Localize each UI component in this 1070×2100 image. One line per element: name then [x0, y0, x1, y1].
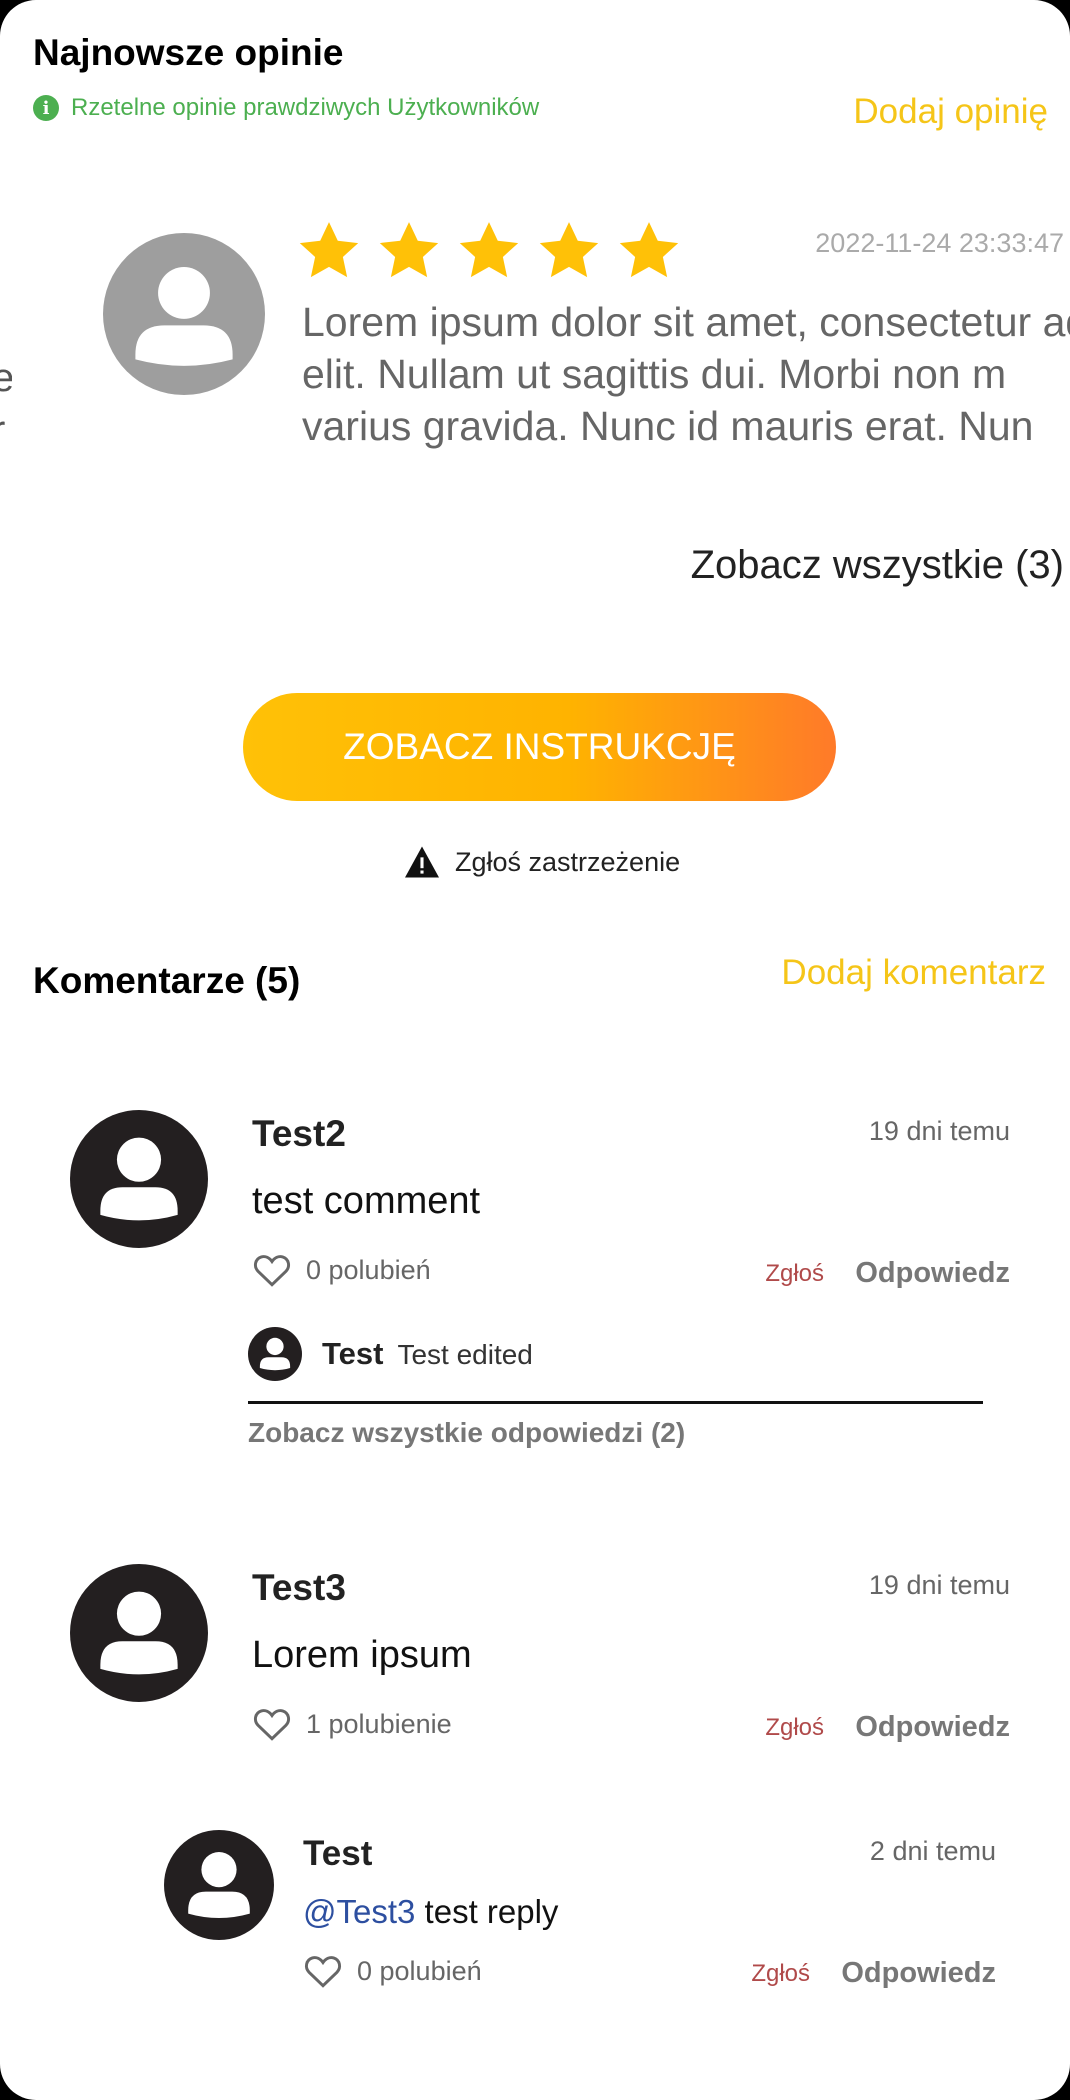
- reviews-title: Najnowsze opinie: [33, 32, 344, 73]
- star-icon: [299, 222, 359, 278]
- star-icon: [459, 222, 519, 278]
- heart-icon: [253, 1255, 291, 1287]
- review-carousel[interactable]: ier 2022-11-24 23:33:47 Lorem ipsum dolo…: [0, 200, 1070, 485]
- star-icon: [619, 222, 679, 278]
- report-claim-text: Zgłoś zastrzeżenie: [455, 846, 681, 877]
- report-comment-link[interactable]: Zgłoś: [765, 1260, 824, 1288]
- reply-avatar[interactable]: [164, 1830, 274, 1940]
- comment-avatar[interactable]: [70, 1564, 208, 1702]
- reply-preview[interactable]: Test Test edited: [322, 1336, 533, 1372]
- comment-text: test comment: [252, 1180, 481, 1222]
- reply-button[interactable]: Odpowiedz: [841, 1957, 996, 1990]
- comments-title: Komentarze (5): [33, 960, 301, 1001]
- star-icon: [539, 222, 599, 278]
- report-comment-link[interactable]: Zgłoś: [765, 1714, 824, 1742]
- info-icon: i: [33, 95, 59, 121]
- replies-divider: [248, 1401, 983, 1404]
- reply-text: @Test3 test reply: [303, 1893, 558, 1931]
- user-icon: [259, 1337, 291, 1371]
- verified-note: i Rzetelne opinie prawdziwych Użytkownik…: [33, 94, 539, 122]
- reply-author[interactable]: Test: [303, 1834, 372, 1874]
- rating-stars: [295, 217, 683, 285]
- review-date: 2022-11-24 23:33:47: [815, 228, 1064, 258]
- review-text: Lorem ipsum dolor sit amet, consectetur …: [302, 299, 1070, 449]
- see-all-replies-link[interactable]: Zobacz wszystkie odpowiedzi (2): [248, 1417, 685, 1449]
- user-icon: [100, 1137, 178, 1221]
- comment-text: Lorem ipsum: [252, 1634, 472, 1676]
- user-icon: [135, 267, 233, 366]
- add-comment-link[interactable]: Dodaj komentarz: [781, 953, 1046, 993]
- reply-preview-text: Test edited: [397, 1339, 533, 1370]
- comment-author[interactable]: Test3: [252, 1567, 346, 1609]
- comment-author[interactable]: Test2: [252, 1113, 346, 1155]
- product-page: Najnowsze opinie i Rzetelne opinie prawd…: [0, 0, 1070, 2100]
- previous-review-peek: ier: [0, 304, 12, 452]
- likes-count: 1 polubienie: [306, 1708, 452, 1739]
- star-icon: [379, 222, 439, 278]
- reply-text-body: test reply: [415, 1893, 559, 1930]
- heart-icon: [304, 1956, 342, 1988]
- heart-icon: [253, 1709, 291, 1741]
- verified-text: Rzetelne opinie prawdziwych Użytkowników: [71, 94, 540, 121]
- reviewer-avatar: [103, 233, 265, 395]
- reply-button[interactable]: Odpowiedz: [855, 1711, 1010, 1744]
- report-claim-link[interactable]: Zgłoś zastrzeżenie: [403, 845, 680, 879]
- mention-link[interactable]: @Test3: [303, 1893, 415, 1930]
- see-instructions-button[interactable]: ZOBACZ INSTRUKCJĘ: [243, 693, 836, 801]
- comment-avatar[interactable]: [70, 1110, 208, 1248]
- user-icon: [100, 1591, 178, 1675]
- add-review-link[interactable]: Dodaj opinię: [853, 92, 1048, 132]
- like-button[interactable]: 0 polubień: [303, 1953, 482, 1989]
- reply-time: 2 dni temu: [869, 1836, 996, 1866]
- reply-button[interactable]: Odpowiedz: [855, 1257, 1010, 1290]
- reply-preview-author: Test: [322, 1336, 384, 1371]
- likes-count: 0 polubień: [306, 1254, 431, 1285]
- like-button[interactable]: 0 polubień: [252, 1252, 431, 1288]
- reply-preview-avatar: [248, 1327, 302, 1381]
- like-button[interactable]: 1 polubienie: [252, 1706, 452, 1742]
- report-reply-link[interactable]: Zgłoś: [751, 1960, 810, 1988]
- user-icon: [188, 1852, 250, 1918]
- likes-count: 0 polubień: [357, 1955, 482, 1986]
- see-all-reviews-link[interactable]: Zobacz wszystkie (3): [691, 543, 1064, 588]
- comment-time: 19 dni temu: [868, 1116, 1010, 1146]
- warning-icon: [405, 846, 439, 878]
- comment-time: 19 dni temu: [868, 1570, 1010, 1600]
